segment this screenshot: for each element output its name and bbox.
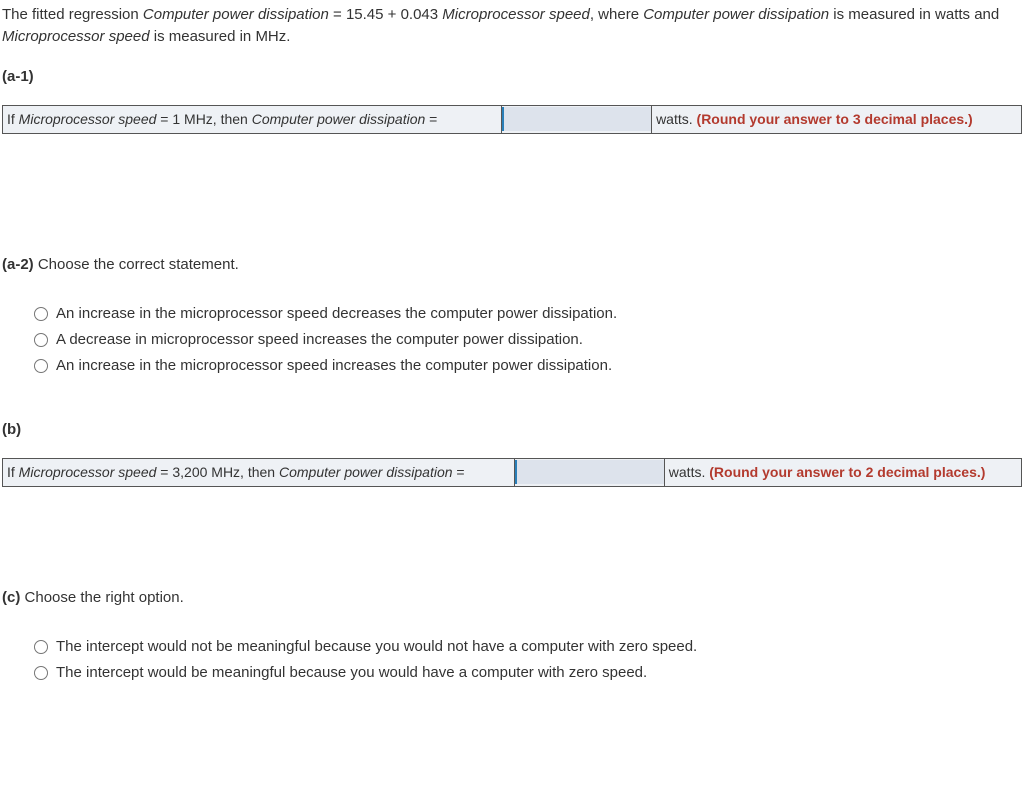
b-rounding: (Round your answer to 2 decimal places.) [709,464,985,480]
a2-radio-2[interactable] [34,333,48,347]
part-c-label-line: (c) Choose the right option. [2,587,1022,609]
a2-radio-3[interactable] [34,359,48,373]
c-choice-2-label: The intercept would be meaningful becaus… [56,662,647,684]
c-choice-2: The intercept would be meaningful becaus… [34,660,1022,686]
a2-choice-3: An increase in the microprocessor speed … [34,353,1022,379]
c-instr: Choose the right option. [25,589,184,606]
a1-rounding: (Round your answer to 3 decimal places.) [697,111,973,127]
intro-var4: Microprocessor speed [2,28,150,45]
intro-var3: Computer power dissipation [643,6,829,23]
b-answer-input[interactable] [515,460,664,484]
part-a2-label: (a-2) [2,256,34,273]
a2-choices: An increase in the microprocessor speed … [34,301,1022,378]
b-prompt: If Microprocessor speed = 3,200 MHz, the… [3,459,515,486]
part-c-label: (c) [2,589,20,606]
c-choice-1: The intercept would not be meaningful be… [34,634,1022,660]
intro-text: The fitted regression Computer power dis… [2,4,1022,48]
c-choice-1-label: The intercept would not be meaningful be… [56,636,697,658]
intro-var1: Computer power dissipation [143,6,329,23]
a2-instr: Choose the correct statement. [38,256,239,273]
part-a2-label-line: (a-2) Choose the correct statement. [2,254,1022,276]
a1-suffix: watts. (Round your answer to 3 decimal p… [652,106,1022,133]
a2-choice-1-label: An increase in the microprocessor speed … [56,303,617,325]
c-radio-2[interactable] [34,666,48,680]
intro-var2: Microprocessor speed [442,6,590,23]
c-choices: The intercept would not be meaningful be… [34,634,1022,686]
a1-table: If Microprocessor speed = 1 MHz, then Co… [2,105,1022,133]
a2-choice-2: A decrease in microprocessor speed incre… [34,327,1022,353]
c-radio-1[interactable] [34,640,48,654]
part-a1-label: (a-1) [2,66,1022,88]
a1-prompt: If Microprocessor speed = 1 MHz, then Co… [3,106,502,133]
a2-radio-1[interactable] [34,307,48,321]
a2-choice-2-label: A decrease in microprocessor speed incre… [56,329,583,351]
part-b-label: (b) [2,419,1022,441]
a1-answer-input[interactable] [502,107,651,131]
a2-choice-1: An increase in the microprocessor speed … [34,301,1022,327]
a2-choice-3-label: An increase in the microprocessor speed … [56,355,612,377]
b-suffix: watts. (Round your answer to 2 decimal p… [664,459,1021,486]
b-table: If Microprocessor speed = 3,200 MHz, the… [2,458,1022,486]
